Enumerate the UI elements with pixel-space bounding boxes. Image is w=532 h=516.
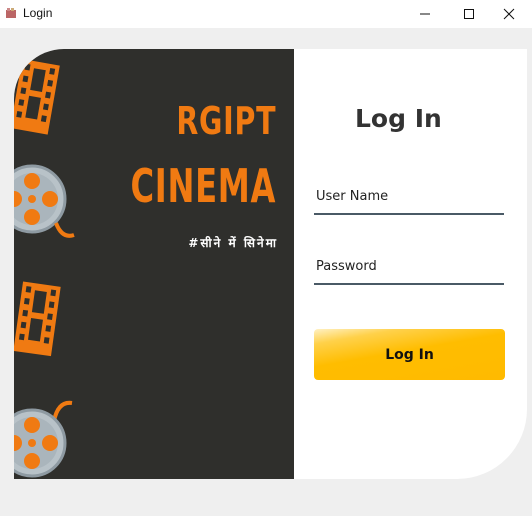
close-icon	[503, 8, 515, 20]
title-bar: Login	[0, 0, 532, 28]
minimize-button[interactable]	[402, 0, 448, 28]
film-strip-icon	[14, 281, 61, 357]
login-card: RGIPT CINEMA #सीने में सिनेमा Log In Log…	[14, 49, 527, 479]
film-strip-icon	[14, 59, 60, 135]
maximize-icon	[464, 9, 474, 19]
film-reel-icon	[14, 164, 75, 238]
brand-title-line1: RGIPT	[175, 99, 276, 143]
password-input[interactable]	[314, 249, 504, 285]
film-reel-icon	[14, 400, 73, 478]
minimize-icon	[420, 13, 430, 15]
login-heading: Log In	[355, 104, 442, 133]
brand-tagline: #सीने में सिनेमा	[188, 236, 278, 250]
username-input[interactable]	[314, 179, 504, 215]
window-title: Login	[23, 6, 53, 20]
app-icon	[6, 8, 16, 18]
brand-title-line2: CINEMA	[130, 159, 276, 213]
login-button[interactable]: Log In	[314, 329, 505, 380]
brand-panel: RGIPT CINEMA #सीने में सिनेमा	[14, 49, 294, 479]
close-button[interactable]	[486, 0, 532, 28]
